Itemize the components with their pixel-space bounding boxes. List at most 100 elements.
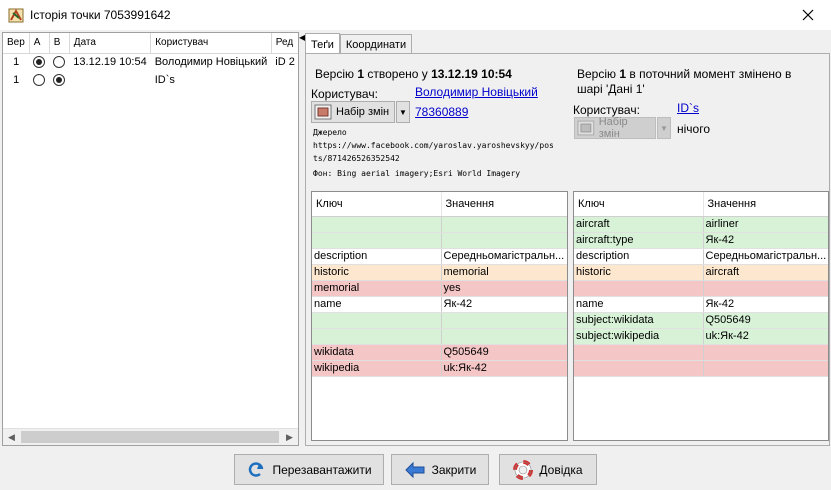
tag-row[interactable]: description Середньомагістральн...: [312, 248, 567, 265]
left-key-header[interactable]: Ключ: [312, 192, 442, 217]
tag-row[interactable]: memorial yes: [312, 280, 567, 297]
col-header-user[interactable]: Користувач: [150, 33, 272, 54]
right-changeset-button[interactable]: Набір змін: [574, 116, 656, 140]
tag-key: description: [312, 248, 442, 265]
right-tags-table: Ключ Значення aircraft airliner aircraft:t…: [573, 191, 829, 441]
tag-row[interactable]: description Середньомагістральн...: [574, 248, 828, 265]
right-value-header[interactable]: Значення: [703, 192, 828, 217]
tag-value: uk:Як-42: [703, 328, 828, 345]
tag-row[interactable]: wikidata Q505649: [312, 344, 567, 361]
tag-key: historic: [574, 264, 704, 281]
tag-value: [441, 216, 567, 233]
close-button[interactable]: Закрити: [391, 454, 489, 485]
left-user-link[interactable]: Володимир Новіцький: [415, 85, 538, 99]
scroll-right-icon[interactable]: ▶: [281, 429, 298, 445]
tag-row[interactable]: wikipedia uk:Як-42: [312, 360, 567, 377]
tag-value: [441, 328, 567, 345]
tag-key: historic: [312, 264, 442, 281]
tag-value: [703, 280, 828, 297]
right-version-header: Версію 1 в поточний момент змінено в шар…: [577, 67, 822, 97]
tag-key: subject:wikidata: [574, 312, 704, 329]
right-key-header[interactable]: Ключ: [574, 192, 704, 217]
scrollbar-thumb[interactable]: [21, 431, 279, 443]
tag-row[interactable]: name Як-42: [312, 296, 567, 313]
tag-key: wikidata: [312, 344, 442, 361]
radio-a[interactable]: [33, 56, 46, 69]
left-source-label: Джерело: [313, 128, 347, 137]
left-changeset-link[interactable]: 78360889: [415, 105, 468, 119]
history-ver: 1: [13, 74, 20, 86]
tag-key: name: [574, 296, 704, 313]
col-header-a[interactable]: A: [29, 33, 50, 54]
col-header-editor[interactable]: Ред: [271, 33, 298, 54]
tag-row[interactable]: name Як-42: [574, 296, 828, 313]
reload-button[interactable]: Перезавантажити: [234, 454, 384, 485]
left-changeset-dropdown[interactable]: ▼: [396, 101, 410, 123]
history-radio-a[interactable]: [29, 53, 49, 71]
history-radio-b[interactable]: [49, 71, 69, 89]
right-version-line2: шарі 'Дані 1': [577, 82, 645, 96]
tag-key: aircraft:type: [574, 232, 704, 249]
tag-key: [312, 216, 442, 233]
tag-row[interactable]: historic memorial: [312, 264, 567, 281]
tab-coordinates[interactable]: Координати: [339, 34, 413, 54]
tag-row[interactable]: subject:wikipedia uk:Як-42: [574, 328, 828, 345]
right-user-link[interactable]: ID`s: [677, 101, 699, 115]
tag-row[interactable]: [312, 216, 567, 233]
scroll-left-icon[interactable]: ◀: [3, 429, 20, 445]
left-changeset-label: Набір змін: [336, 106, 390, 118]
col-header-ver[interactable]: Вер: [3, 33, 30, 54]
help-button[interactable]: Довідка: [499, 454, 597, 485]
window-close-button[interactable]: [785, 0, 831, 30]
tag-row[interactable]: historic aircraft: [574, 264, 828, 281]
col-header-date[interactable]: Дата: [69, 33, 152, 54]
radio-b[interactable]: [53, 74, 66, 87]
left-version-date: 13.12.19 10:54: [431, 67, 512, 81]
tag-row[interactable]: [574, 280, 828, 297]
horizontal-scrollbar[interactable]: ◀ ▶: [3, 428, 298, 445]
title-bar: Історія точки 7053991642: [0, 0, 831, 30]
tag-value: Середньомагістральн...: [441, 248, 567, 265]
tag-row[interactable]: [312, 232, 567, 249]
tab-tags[interactable]: Теґи: [305, 33, 340, 55]
radio-a[interactable]: [33, 74, 46, 87]
tag-row[interactable]: [312, 312, 567, 329]
reload-icon: [249, 461, 264, 477]
history-date: [69, 71, 150, 89]
tag-value: aircraft: [703, 264, 828, 281]
tag-value: Q505649: [703, 312, 828, 329]
left-tags-table: Ключ Значення description Середньомагістр…: [311, 191, 568, 441]
tag-row[interactable]: [312, 328, 567, 345]
arrow-back-icon: [404, 461, 425, 478]
history-table: Вер A B Дата Користувач Ред 1 13.12.19 10…: [3, 33, 298, 89]
tag-row[interactable]: [574, 360, 828, 377]
tag-row[interactable]: subject:wikidata Q505649: [574, 312, 828, 329]
col-header-b[interactable]: B: [49, 33, 70, 54]
history-row[interactable]: 1 13.12.19 10:54 Володимир Новіцький iD 2: [3, 53, 298, 71]
history-row[interactable]: 1 ID`s: [3, 71, 298, 89]
tag-key: [574, 344, 704, 361]
tags-tab-content: Версію 1 створено у 13.12.19 10:54 Корис…: [305, 53, 830, 446]
left-version-header: Версію 1 створено у 13.12.19 10:54: [315, 67, 512, 81]
left-value-header[interactable]: Значення: [441, 192, 567, 217]
tag-value: uk:Як-42: [441, 360, 567, 377]
left-user-label: Користувач:: [311, 87, 378, 101]
tag-value: [441, 232, 567, 249]
tag-value: yes: [441, 280, 567, 297]
tag-row[interactable]: aircraft:type Як-42: [574, 232, 828, 249]
history-radio-b[interactable]: [49, 53, 69, 71]
left-changeset-button[interactable]: Набір змін: [311, 101, 395, 123]
tag-value: airliner: [703, 216, 828, 233]
history-user: Володимир Новіцький: [154, 56, 268, 69]
tag-value: Q505649: [441, 344, 567, 361]
radio-b[interactable]: [53, 56, 66, 69]
right-changeset-dropdown[interactable]: ▼: [657, 117, 671, 139]
chevron-down-icon: ▼: [660, 123, 668, 133]
tag-row[interactable]: aircraft airliner: [574, 216, 828, 233]
tag-row[interactable]: [574, 344, 828, 361]
tag-key: subject:wikipedia: [574, 328, 704, 345]
lifebuoy-icon: [513, 459, 534, 480]
history-radio-a[interactable]: [29, 71, 49, 89]
history-user: ID`s: [154, 74, 175, 86]
history-editor: iD 2: [275, 56, 295, 69]
